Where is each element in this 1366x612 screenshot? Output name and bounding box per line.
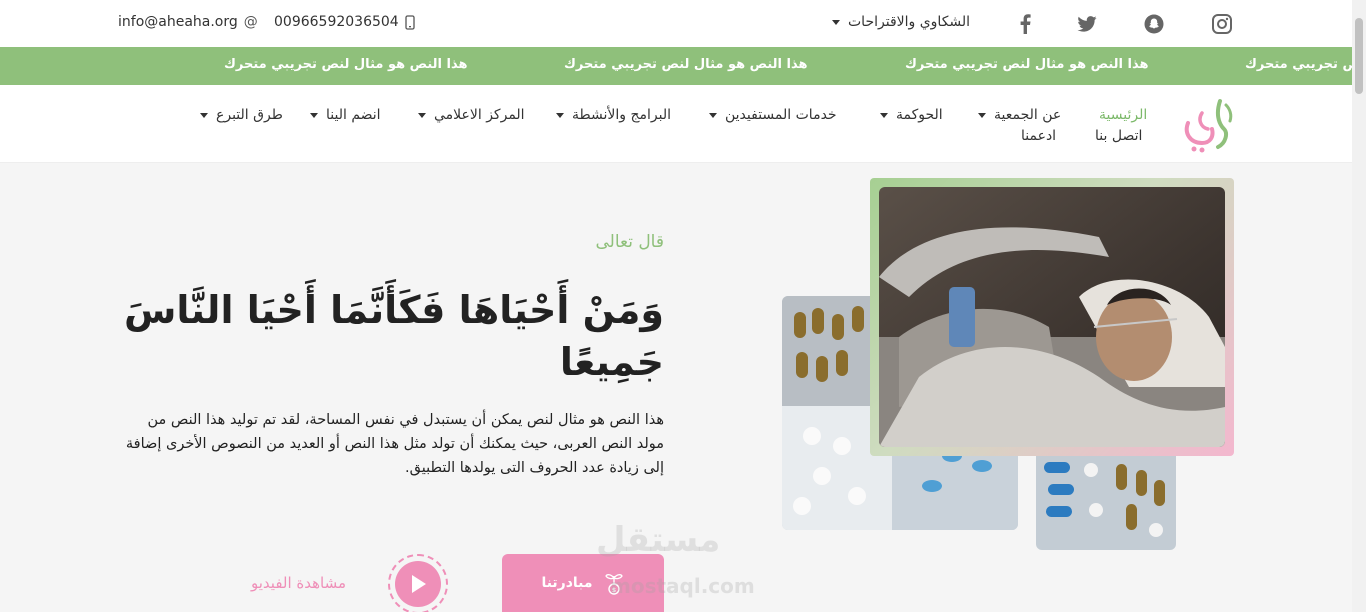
nav-beneficiaries-label: خدمات المستفيدين [725,107,837,123]
chevron-down-icon [200,112,208,118]
nav-join-label: انضم الينا [326,107,381,123]
nav-support[interactable]: ادعمنا [1021,128,1056,144]
complaints-dropdown[interactable]: الشكاوي والاقتراحات [832,14,970,30]
chevron-down-icon [832,19,840,25]
nav-beneficiaries[interactable]: خدمات المستفيدين [709,107,837,123]
at-icon: @ [243,14,258,30]
watch-video-link[interactable]: مشاهدة الفيديو [251,574,346,592]
ticker-item: هذا النص هو مثال لنص تجريبي متحرك [564,57,808,72]
nav-home[interactable]: الرئيسية [1099,107,1147,123]
nav-donate[interactable]: طرق التبرع [200,107,283,123]
scrollbar-thumb[interactable] [1355,18,1363,94]
chevron-down-icon [556,112,564,118]
main-navigation: الرئيسية عن الجمعية الحوكمة خدمات المستف… [0,85,1352,163]
nav-governance-label: الحوكمة [896,107,943,123]
nav-donate-label: طرق التبرع [216,107,283,123]
our-initiative-label: مبادرتنا [541,575,593,591]
ticker-item: ص تجريبي متحرك [1245,57,1352,72]
chevron-down-icon [418,112,426,118]
chevron-down-icon [310,112,318,118]
watermark-logo: مستقل [596,520,721,560]
email-contact[interactable]: info@aheaha.org @ [118,14,258,30]
chevron-down-icon [709,112,717,118]
nav-home-label: الرئيسية [1099,107,1148,123]
nav-governance[interactable]: الحوكمة [880,107,943,123]
nav-media[interactable]: المركز الاعلامي [418,107,525,123]
nav-about[interactable]: عن الجمعية [978,107,1061,123]
hero-subtitle: قال تعالى [595,232,664,252]
nav-support-label: ادعمنا [1021,128,1057,144]
patient-photo [879,187,1225,447]
nav-media-label: المركز الاعلامي [434,107,525,123]
ticker-item: هذا النص هو مثال لنص تجريبي متحرك [905,57,1149,72]
news-ticker: هذا النص هو مثال لنص تجريبي متحرك هذا ال… [0,47,1352,85]
phone-text: 00966592036504 [274,14,399,30]
mobile-icon [405,14,415,30]
facebook-icon[interactable] [1014,13,1036,35]
snapchat-icon[interactable] [1143,13,1165,35]
chevron-down-icon [880,112,888,118]
email-text: info@aheaha.org [118,14,238,30]
play-video-button[interactable] [388,554,448,612]
play-icon [412,575,426,593]
ticker-item: هذا النص هو مثال لنص تجريبي متحرك [224,57,468,72]
top-bar: info@aheaha.org @ 00966592036504 الشكاوي… [0,0,1366,47]
watermark-url: mostaql.com [610,574,755,598]
nav-about-label: عن الجمعية [994,107,1062,123]
capsules-image [1036,440,1176,550]
nav-contact[interactable]: اتصل بنا [1095,128,1142,144]
twitter-icon[interactable] [1076,13,1098,35]
phone-contact[interactable]: 00966592036504 [274,14,415,30]
nav-programs[interactable]: البرامج والأنشطة [556,107,671,123]
chevron-down-icon [978,112,986,118]
logo[interactable] [1176,93,1238,155]
complaints-label: الشكاوي والاقتراحات [848,14,971,30]
nav-contact-label: اتصل بنا [1095,128,1143,144]
nav-programs-label: البرامج والأنشطة [572,107,671,123]
page-scrollbar[interactable] [1352,0,1366,612]
hero-description: هذا النص هو مثال لنص يمكن أن يستبدل في ن… [125,412,664,476]
hero-title: وَمَنْ أَحْيَاهَا فَكَأَنَّمَا أَحْيَا ا… [123,288,664,384]
nav-join[interactable]: انضم الينا [310,107,381,123]
instagram-icon[interactable] [1211,13,1233,35]
